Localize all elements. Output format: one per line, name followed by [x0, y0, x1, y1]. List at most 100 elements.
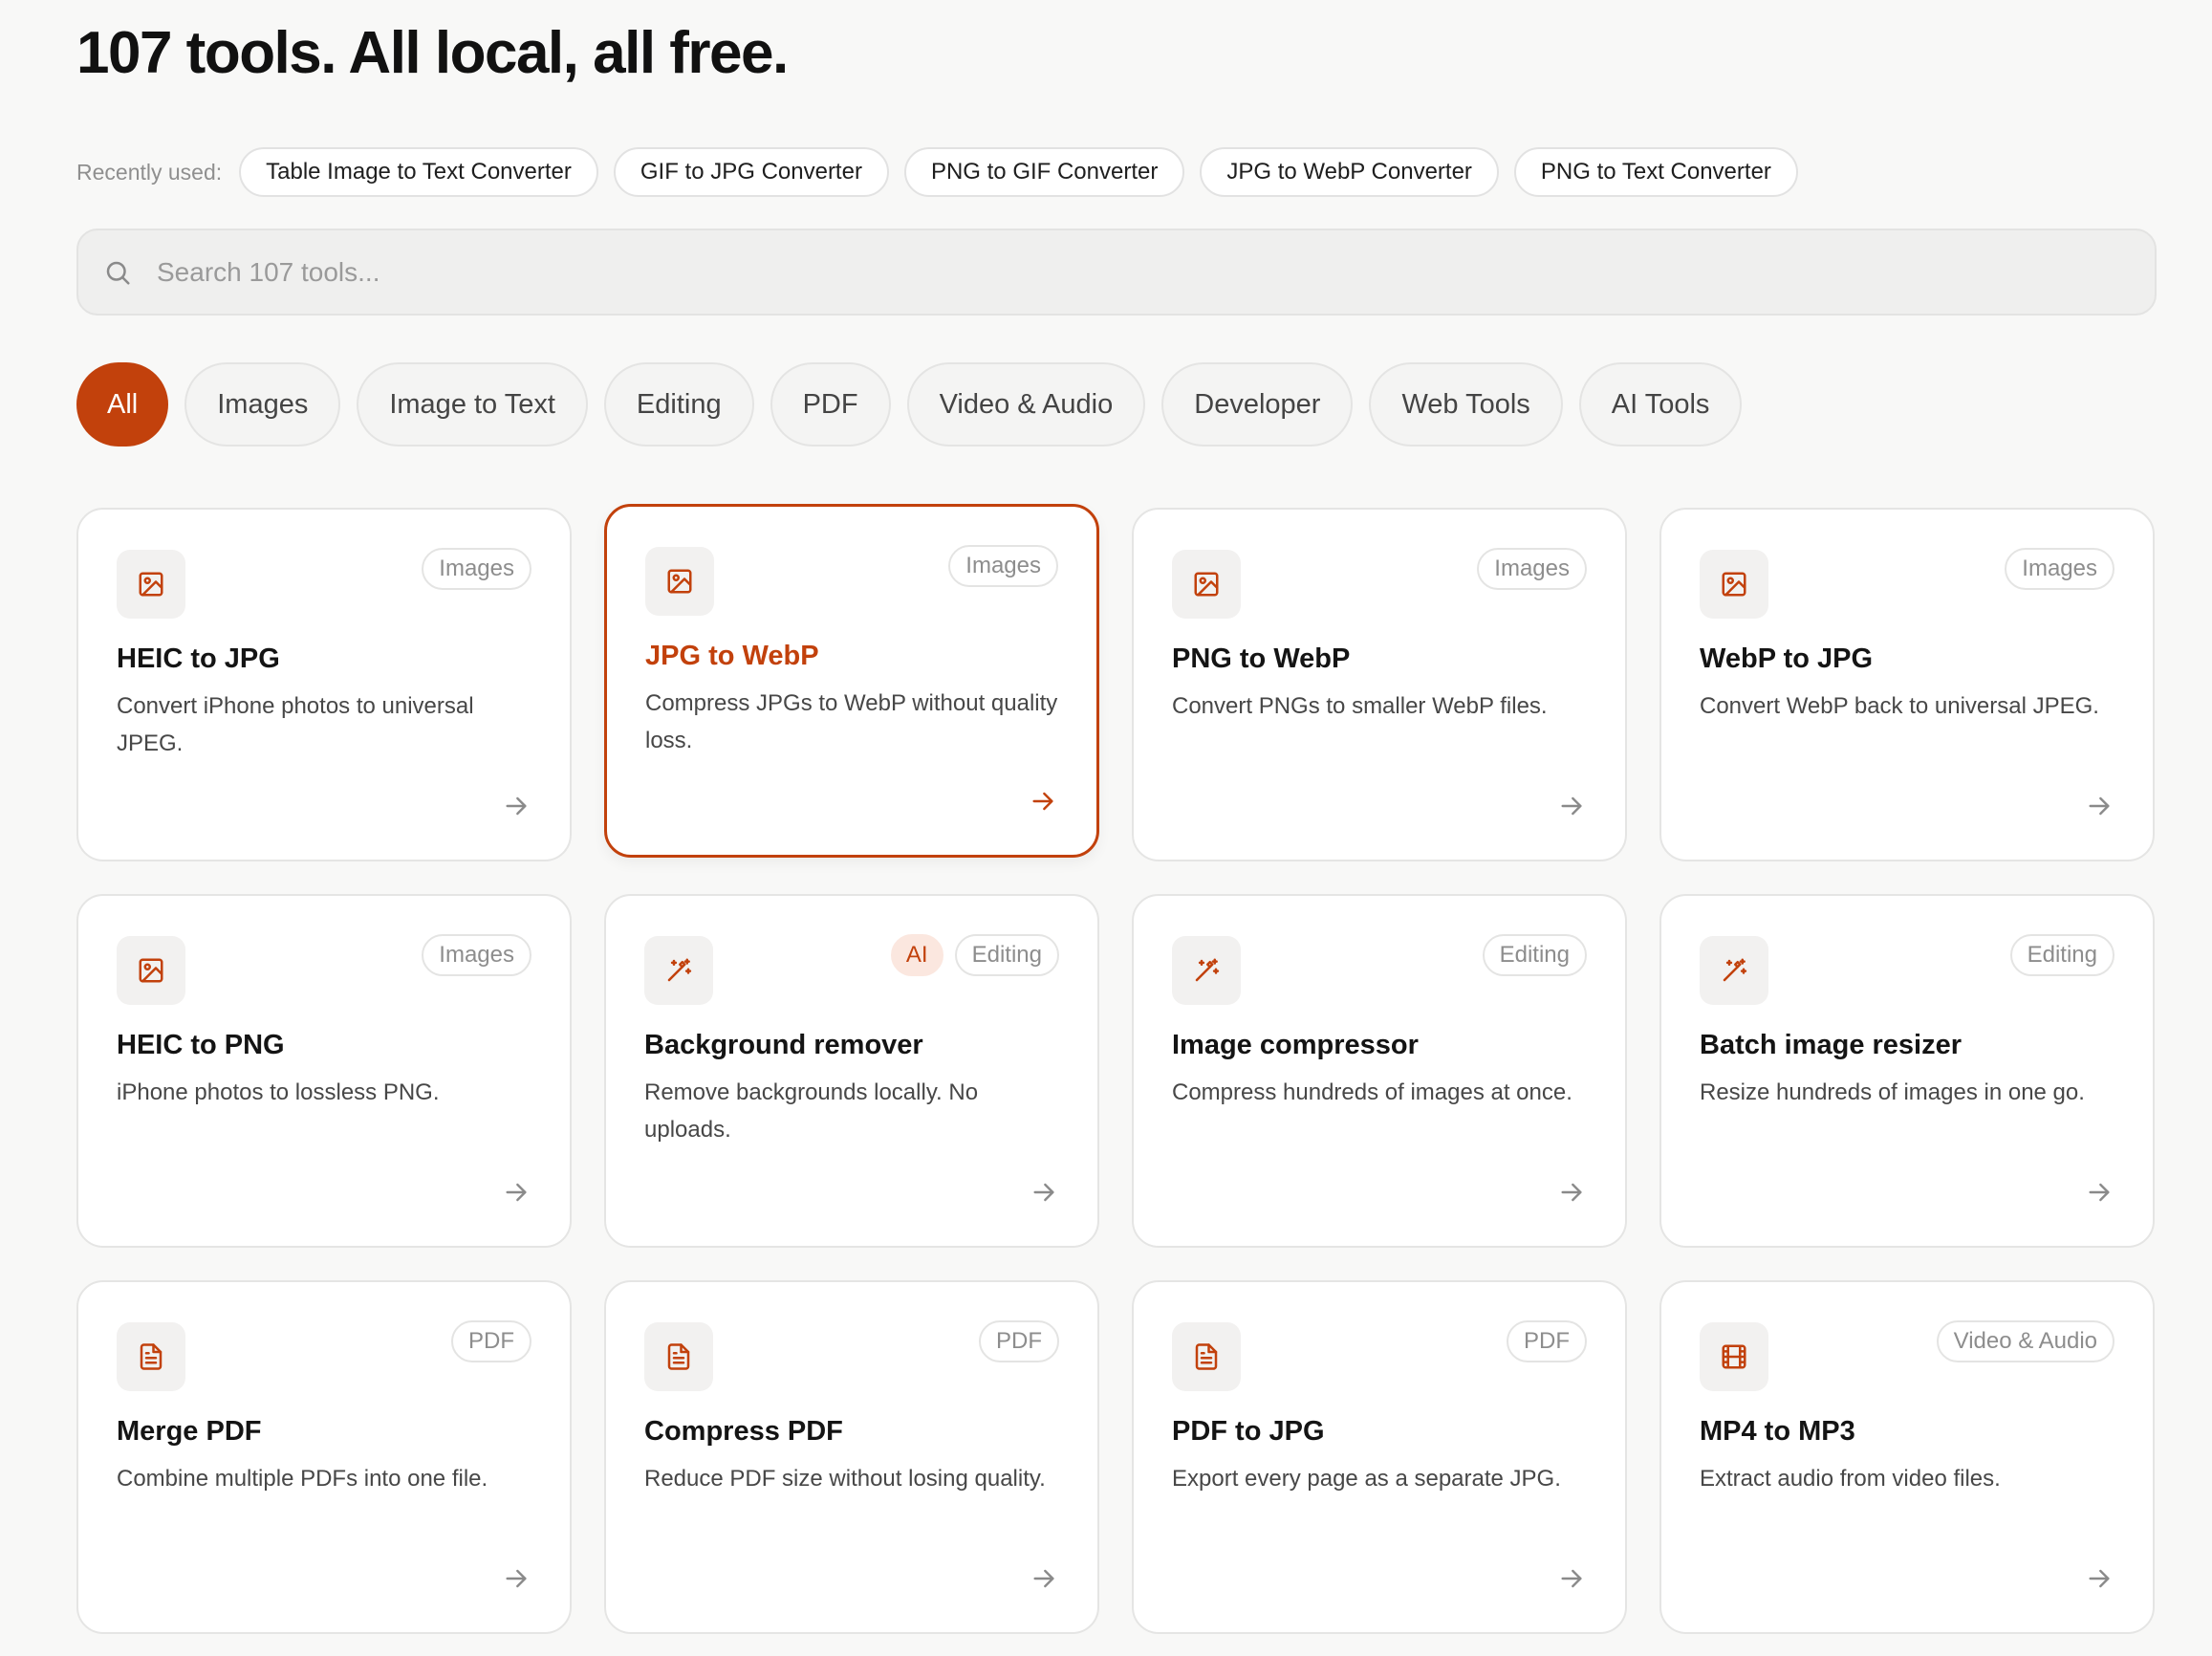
tool-icon-box — [644, 936, 713, 1005]
category-filters: All Images Image to Text Editing PDF Vid… — [76, 362, 1743, 447]
tool-tags: AI Editing — [890, 934, 1059, 976]
category-tag: Images — [422, 934, 531, 976]
category-tag: PDF — [451, 1320, 531, 1362]
search-input[interactable] — [157, 256, 1973, 288]
tool-tags: PDF — [1507, 1320, 1587, 1362]
image-icon — [137, 570, 165, 599]
recent-chip-jpg-to-webp[interactable]: JPG to WebP Converter — [1200, 147, 1499, 197]
arrow-right-icon[interactable] — [1556, 1563, 1587, 1594]
tool-icon-box — [1700, 550, 1768, 619]
category-tag: Images — [422, 548, 531, 590]
tool-title: Image compressor — [1172, 1030, 1419, 1060]
filter-editing[interactable]: Editing — [603, 362, 754, 447]
tool-card-heic-to-jpg[interactable]: Images HEIC to JPG Convert iPhone photos… — [76, 508, 572, 861]
filter-developer[interactable]: Developer — [1161, 362, 1354, 447]
tool-description: Compress hundreds of images at once. — [1172, 1079, 1572, 1105]
search-icon — [101, 256, 134, 289]
tool-description: Convert iPhone photos to universal JPEG. — [117, 693, 474, 756]
magic-wand-icon — [1192, 956, 1221, 985]
tool-icon-box — [1700, 1322, 1768, 1391]
arrow-right-icon[interactable] — [2084, 791, 2114, 821]
arrow-right-icon[interactable] — [2084, 1563, 2114, 1594]
arrow-right-icon[interactable] — [1028, 786, 1058, 817]
tool-description: Convert PNGs to smaller WebP files. — [1172, 693, 1548, 719]
filter-web-tools[interactable]: Web Tools — [1369, 362, 1563, 447]
tool-tags: Editing — [1482, 934, 1587, 976]
search-bar — [76, 229, 2157, 316]
tool-card-merge-pdf[interactable]: PDF Merge PDF Combine multiple PDFs into… — [76, 1280, 572, 1634]
tool-title: Compress PDF — [644, 1416, 843, 1447]
tool-card-image-compressor[interactable]: Editing Image compressor Compress hundre… — [1132, 894, 1627, 1248]
tool-title: PDF to JPG — [1172, 1416, 1325, 1447]
tool-description: Compress JPGs to WebP without quality lo… — [645, 690, 1058, 753]
filter-pdf[interactable]: PDF — [770, 362, 891, 447]
tool-tags: Images — [422, 934, 531, 976]
tool-card-pdf-to-jpg[interactable]: PDF PDF to JPG Export every page as a se… — [1132, 1280, 1627, 1634]
arrow-right-icon[interactable] — [501, 791, 531, 821]
category-tag: Images — [2005, 548, 2114, 590]
magic-wand-icon — [1720, 956, 1748, 985]
tool-grid: Images HEIC to JPG Convert iPhone photos… — [76, 504, 2157, 1634]
tool-icon-box — [117, 550, 185, 619]
tool-icon-box — [117, 1322, 185, 1391]
recent-chip-png-to-text[interactable]: PNG to Text Converter — [1513, 147, 1798, 197]
image-icon — [1720, 570, 1748, 599]
category-tag: Editing — [1482, 934, 1587, 976]
arrow-right-icon[interactable] — [1029, 1563, 1059, 1594]
image-icon — [1192, 570, 1221, 599]
tool-card-mp4-to-mp3[interactable]: Video & Audio MP4 to MP3 Extract audio f… — [1659, 1280, 2155, 1634]
tool-icon-box — [1172, 936, 1241, 1005]
tool-card-jpg-to-webp[interactable]: Images JPG to WebP Compress JPGs to WebP… — [604, 504, 1099, 858]
filter-video-audio[interactable]: Video & Audio — [906, 362, 1146, 447]
tool-tags: Video & Audio — [1936, 1320, 2114, 1362]
recent-chip-gif-to-jpg[interactable]: GIF to JPG Converter — [613, 147, 889, 197]
tool-title: JPG to WebP — [645, 641, 819, 671]
recent-chip-table-image-to-text[interactable]: Table Image to Text Converter — [239, 147, 598, 197]
tool-icon-box — [1172, 550, 1241, 619]
category-tag: Editing — [2009, 934, 2114, 976]
tool-card-compress-pdf[interactable]: PDF Compress PDF Reduce PDF size without… — [604, 1280, 1099, 1634]
category-tag: PDF — [1507, 1320, 1587, 1362]
tool-icon-box — [117, 936, 185, 1005]
tool-title: Merge PDF — [117, 1416, 262, 1447]
tool-card-batch-image-resizer[interactable]: Editing Batch image resizer Resize hundr… — [1659, 894, 2155, 1248]
tool-card-heic-to-png[interactable]: Images HEIC to PNG iPhone photos to loss… — [76, 894, 572, 1248]
filter-ai-tools[interactable]: AI Tools — [1578, 362, 1743, 447]
tool-title: MP4 to MP3 — [1700, 1416, 1855, 1447]
category-tag: Images — [948, 545, 1058, 587]
category-tag: PDF — [979, 1320, 1059, 1362]
arrow-right-icon[interactable] — [2084, 1177, 2114, 1208]
category-tag: Images — [1477, 548, 1587, 590]
filter-images[interactable]: Images — [184, 362, 341, 447]
tool-icon-box — [645, 547, 714, 616]
tool-tags: PDF — [451, 1320, 531, 1362]
tool-card-background-remover[interactable]: AI Editing Background remover Remove back… — [604, 894, 1099, 1248]
tool-description: Reduce PDF size without losing quality. — [644, 1466, 1046, 1492]
tools-page: 107 tools. All local, all free. Recently… — [0, 0, 2212, 1656]
tool-tags: Images — [422, 548, 531, 590]
film-icon — [1720, 1342, 1748, 1371]
tool-card-png-to-webp[interactable]: Images PNG to WebP Convert PNGs to small… — [1132, 508, 1627, 861]
arrow-right-icon[interactable] — [1556, 791, 1587, 821]
tool-tags: Images — [1477, 548, 1587, 590]
recent-chip-png-to-gif[interactable]: PNG to GIF Converter — [903, 147, 1185, 197]
category-tag: Video & Audio — [1936, 1320, 2114, 1362]
arrow-right-icon[interactable] — [501, 1177, 531, 1208]
tool-icon-box — [644, 1322, 713, 1391]
tool-description: Resize hundreds of images in one go. — [1700, 1079, 2085, 1105]
tool-description: Convert WebP back to universal JPEG. — [1700, 693, 2099, 719]
category-tag: Editing — [954, 934, 1059, 976]
arrow-right-icon[interactable] — [1556, 1177, 1587, 1208]
tool-tags: PDF — [979, 1320, 1059, 1362]
filter-image-to-text[interactable]: Image to Text — [357, 362, 588, 447]
ai-badge: AI — [890, 934, 943, 976]
tool-card-webp-to-jpg[interactable]: Images WebP to JPG Convert WebP back to … — [1659, 508, 2155, 861]
filter-all[interactable]: All — [76, 362, 169, 447]
arrow-right-icon[interactable] — [1029, 1177, 1059, 1208]
magic-wand-icon — [664, 956, 693, 985]
tool-description: Combine multiple PDFs into one file. — [117, 1466, 488, 1492]
tool-title: HEIC to JPG — [117, 643, 280, 674]
recently-used-bar: Recently used: Table Image to Text Conve… — [76, 146, 1798, 198]
arrow-right-icon[interactable] — [501, 1563, 531, 1594]
tool-title: PNG to WebP — [1172, 643, 1351, 674]
